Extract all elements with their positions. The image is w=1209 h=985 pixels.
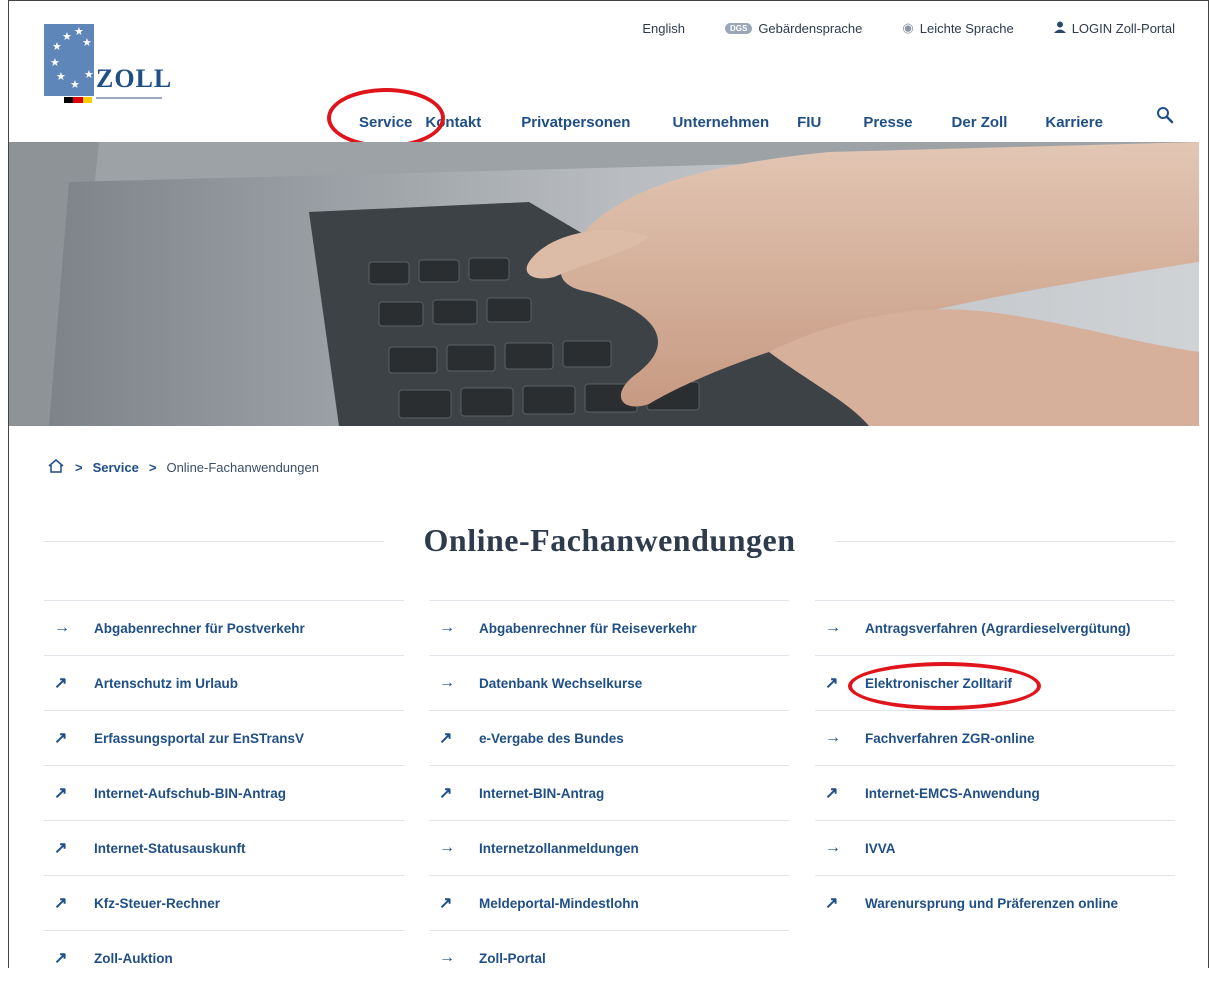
list-item[interactable]: ↗ Internet-Aufschub-BIN-Antrag — [44, 765, 404, 820]
breadcrumb-current: Online-Fachanwendungen — [166, 460, 319, 475]
logo-underline — [96, 97, 162, 99]
list-item[interactable]: → Abgabenrechner für Postverkehr — [44, 600, 404, 655]
breadcrumb: > Service > Online-Fachanwendungen — [47, 458, 319, 477]
list-item[interactable]: ↗ Internet-Statusauskunft — [44, 820, 404, 875]
arrow-right-icon: → — [439, 619, 455, 636]
arrow-external-icon: ↗ — [825, 785, 839, 802]
page-title: Online-Fachanwendungen — [423, 522, 796, 558]
main-navigation: Service Kontakt Privatpersonen Unternehm… — [359, 114, 1103, 131]
star-icon: ★ — [50, 57, 60, 69]
chevron-right-icon: > — [148, 460, 157, 475]
arrow-right-icon: → — [439, 839, 455, 856]
list-item[interactable]: → Antragsverfahren (Agrardieselvergütung) — [815, 600, 1175, 655]
star-icon: ★ — [70, 79, 80, 91]
arrow-external-icon: ↗ — [54, 785, 68, 802]
list-item[interactable]: → Zoll-Portal — [429, 930, 789, 985]
easy-language-icon: ◉ — [902, 20, 914, 35]
list-item[interactable]: ↗ Meldeportal-Mindestlohn — [429, 875, 789, 930]
arrow-external-icon: ↗ — [54, 895, 68, 912]
star-icon: ★ — [56, 71, 66, 83]
arrow-external-icon: ↗ — [54, 730, 68, 747]
star-icon: ★ — [52, 41, 62, 53]
breadcrumb-service[interactable]: Service — [93, 460, 139, 475]
list-item[interactable]: → Fachverfahren ZGR-online — [815, 710, 1175, 765]
arrow-external-icon: ↗ — [54, 840, 68, 857]
easy-language-link[interactable]: ◉ Leichte Sprache — [902, 20, 1013, 36]
list-item[interactable]: ↗ Internet-EMCS-Anwendung — [815, 765, 1175, 820]
list-item[interactable]: → Abgabenrechner für Reiseverkehr — [429, 600, 789, 655]
english-link[interactable]: English — [642, 20, 685, 36]
arrow-right-icon: → — [825, 839, 841, 856]
list-item[interactable]: ↗ Erfassungsportal zur EnSTransV — [44, 710, 404, 765]
home-icon[interactable] — [47, 458, 65, 477]
german-flag-stripe — [64, 97, 92, 103]
arrow-right-icon: → — [439, 674, 455, 691]
sign-language-icon: DGS — [724, 22, 753, 34]
star-icon: ★ — [62, 31, 72, 43]
chevron-right-icon: > — [75, 460, 83, 475]
arrow-external-icon: ↗ — [439, 895, 453, 912]
list-item[interactable]: ↗ e-Vergabe des Bundes — [429, 710, 789, 765]
link-column-3: → Antragsverfahren (Agrardieselvergütung)… — [815, 600, 1175, 930]
arrow-external-icon: ↗ — [439, 785, 453, 802]
list-item[interactable]: → IVVA — [815, 820, 1175, 875]
arrow-external-icon: ↗ — [825, 895, 839, 912]
user-icon — [1053, 21, 1066, 36]
nav-privatpersonen[interactable]: Privatpersonen — [521, 114, 630, 131]
arrow-right-icon: → — [825, 619, 841, 636]
arrow-external-icon: ↗ — [439, 730, 453, 747]
hero-image — [9, 142, 1199, 426]
search-icon[interactable] — [1156, 106, 1174, 124]
link-column-2: → Abgabenrechner für Reiseverkehr → Datenb… — [429, 600, 789, 985]
sign-language-link[interactable]: DGS Gebärdensprache — [724, 20, 862, 36]
list-item[interactable]: ↗ Warenursprung und Präferenzen online — [815, 875, 1175, 930]
arrow-right-icon: → — [54, 619, 70, 636]
list-item[interactable]: ↗ Artenschutz im Urlaub — [44, 655, 404, 710]
top-utility-bar: English DGS Gebärdensprache ◉ Leichte Sp… — [602, 20, 1175, 36]
logo-wordmark: ZOLL — [96, 64, 173, 93]
star-icon: ★ — [82, 37, 92, 49]
list-item[interactable]: ↗ Internet-BIN-Antrag — [429, 765, 789, 820]
nav-der-zoll[interactable]: Der Zoll — [952, 114, 1008, 131]
nav-unternehmen[interactable]: Unternehmen — [672, 114, 769, 131]
list-item[interactable]: → Datenbank Wechselkurse — [429, 655, 789, 710]
login-link[interactable]: LOGIN Zoll-Portal — [1053, 20, 1175, 36]
link-column-1: → Abgabenrechner für Postverkehr ↗ Artensc… — [44, 600, 404, 985]
highlight-circle-service — [327, 88, 445, 148]
list-item[interactable]: ↗ Kfz-Steuer-Rechner — [44, 875, 404, 930]
arrow-external-icon: ↗ — [54, 950, 68, 967]
arrow-right-icon: → — [825, 729, 841, 746]
section-heading: Online-Fachanwendungen — [44, 522, 1175, 562]
list-item[interactable]: → Internetzollanmeldungen — [429, 820, 789, 875]
arrow-external-icon: ↗ — [54, 675, 68, 692]
highlight-circle-zolltarif — [848, 662, 1041, 710]
zoll-logo[interactable]: ★ ★ ★ ★ ★ ★ ★ ★ ZOLL — [44, 24, 171, 104]
nav-karriere[interactable]: Karriere — [1045, 114, 1103, 131]
arrow-right-icon: → — [439, 949, 455, 966]
list-item[interactable]: ↗ Zoll-Auktion — [44, 930, 404, 985]
nav-presse[interactable]: Presse — [863, 114, 912, 131]
star-icon: ★ — [84, 69, 94, 81]
nav-fiu[interactable]: FIU — [797, 114, 821, 131]
